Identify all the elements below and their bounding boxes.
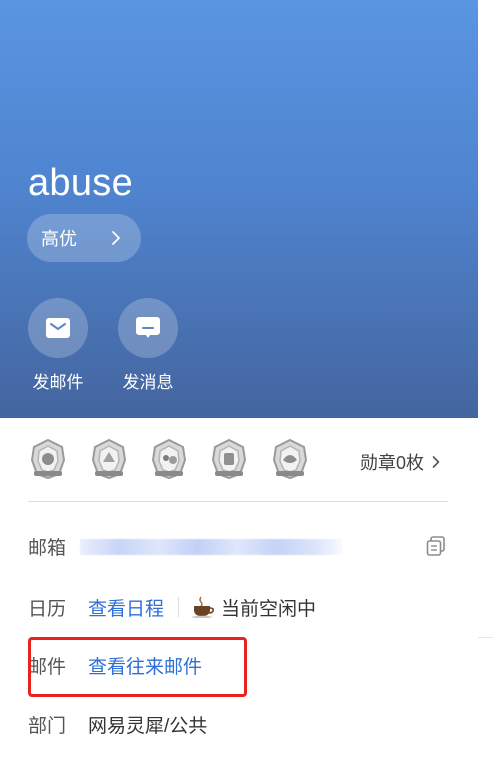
chat-icon [136, 317, 160, 338]
email-row: 邮箱 [28, 531, 448, 561]
email-value-redacted [80, 539, 342, 555]
calendar-key: 日历 [28, 598, 67, 620]
message-icon-circle [118, 298, 178, 358]
medal-icon[interactable] [209, 438, 249, 480]
view-schedule-link[interactable]: 查看日程 [88, 594, 164, 621]
send-mail-label: 发邮件 [32, 373, 84, 392]
department-key: 部门 [28, 715, 67, 737]
medal-count-label: 勋章0枚 [359, 453, 424, 473]
copy-icon[interactable] [426, 535, 446, 557]
department-value: 网易灵犀/公共 [88, 715, 208, 737]
medal-icon[interactable] [28, 438, 68, 480]
user-name: abuse [28, 162, 134, 204]
badge-row: 勋章0枚 [28, 438, 448, 482]
send-message-button[interactable]: 发消息 [117, 298, 179, 393]
email-key: 邮箱 [28, 537, 67, 559]
section-divider [28, 501, 448, 502]
department-row: 部门 网易灵犀/公共 [28, 709, 207, 739]
level-pill[interactable]: 高优 [27, 214, 141, 262]
background-panel-edge [478, 0, 493, 766]
background-divider [478, 637, 493, 638]
send-mail-button[interactable]: 发邮件 [27, 298, 89, 393]
chevron-right-icon [112, 231, 120, 245]
highlight-box [28, 637, 247, 697]
medal-count-link[interactable]: 勋章0枚 [360, 449, 440, 475]
medal-icon[interactable] [89, 438, 129, 480]
mail-icon [46, 318, 70, 338]
mail-icon-circle [28, 298, 88, 358]
row-separator [178, 597, 180, 617]
coffee-icon [192, 596, 215, 618]
medal-icon[interactable] [270, 438, 310, 480]
level-label: 高优 [41, 229, 77, 249]
calendar-row: 日历 查看日程 当前空闲中 [28, 592, 316, 622]
chevron-right-icon [432, 456, 440, 468]
availability-status: 当前空闲中 [221, 598, 317, 620]
send-message-label: 发消息 [122, 373, 174, 392]
profile-card: abuse 高优 发邮件 发消息 勋章0枚 邮箱 日历 查看日程 当前空闲中 邮… [0, 0, 478, 766]
profile-header: abuse 高优 发邮件 发消息 [0, 0, 478, 418]
medal-icon[interactable] [149, 438, 189, 480]
